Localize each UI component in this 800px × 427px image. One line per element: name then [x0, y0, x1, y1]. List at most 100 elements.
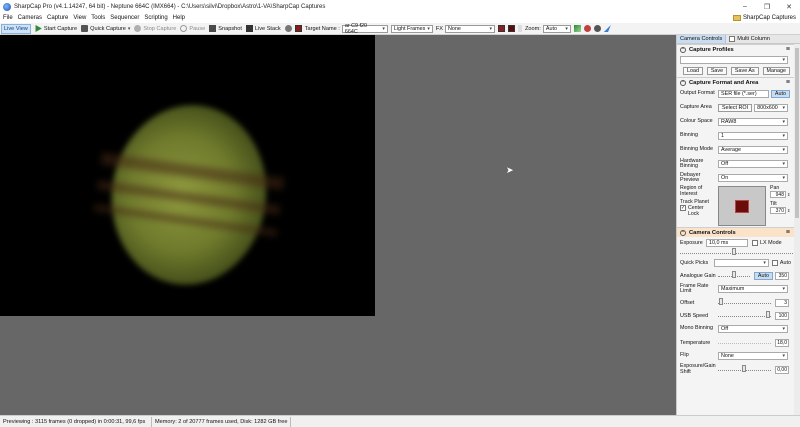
analogue-gain-thumb[interactable]	[732, 271, 736, 278]
usb-speed-slider[interactable]	[718, 311, 771, 318]
menu-sequencer[interactable]: Sequencer	[110, 15, 139, 21]
select-roi-button[interactable]: Select ROI	[718, 104, 753, 112]
maximize-button[interactable]: ❐	[756, 0, 778, 13]
roi-preview[interactable]	[718, 186, 766, 226]
colour-space-select[interactable]: RAW8 ▾	[718, 118, 788, 126]
offset-field[interactable]: 3	[775, 298, 789, 307]
camera-controls-header[interactable]: ⌃ Camera Controls ≡	[677, 227, 800, 237]
analogue-gain-slider[interactable]	[718, 271, 750, 278]
zoom-select[interactable]: Auto ▾	[542, 24, 571, 33]
menu-file[interactable]: File	[3, 15, 13, 21]
quick-capture-button[interactable]: Quick Capture ▾	[81, 25, 130, 32]
collapse-icon[interactable]: ⌃	[680, 46, 686, 53]
tilt-field[interactable]: 370	[770, 207, 786, 214]
manage-profiles-button[interactable]: Manage	[762, 67, 790, 75]
save-as-profile-button[interactable]: Save As	[730, 67, 759, 75]
exposure-field[interactable]: 10,0 ms	[706, 238, 748, 247]
output-format-select[interactable]: SER file (*.ser)	[718, 90, 769, 98]
collapse-icon[interactable]: ⌃	[680, 79, 686, 86]
capture-profiles-header[interactable]: ⌃ Capture Profiles ≡	[677, 44, 800, 54]
profile-select[interactable]: ▾	[680, 55, 788, 64]
histogram-stretch-icon[interactable]	[573, 25, 581, 32]
live-stack-button[interactable]: Live Stack	[245, 25, 281, 32]
capture-area-select[interactable]: 800x600 ▾	[754, 104, 788, 112]
close-button[interactable]: ✕	[778, 0, 800, 13]
image-viewer[interactable]: ➤	[0, 35, 676, 415]
menu-cameras[interactable]: Cameras	[18, 15, 42, 21]
exposure-slider-thumb[interactable]	[732, 248, 736, 255]
fx-select[interactable]: None ▾	[445, 24, 495, 33]
chevron-down-icon[interactable]: ▾	[128, 26, 131, 32]
snapshot-icon	[209, 25, 217, 32]
stop-capture-button[interactable]: Stop Capture	[134, 25, 176, 32]
exposure-row: Exposure 10,0 ms LX Mode	[677, 237, 800, 248]
annotate-icon[interactable]	[603, 25, 611, 32]
usb-speed-field[interactable]: 100	[775, 311, 789, 320]
panel-tabs: Camera Controls Multi Column	[677, 35, 800, 44]
live-view-button[interactable]: Live View	[1, 23, 31, 34]
start-capture-button[interactable]: Start Capture	[35, 25, 77, 32]
binning-select[interactable]: 1 ▾	[718, 132, 788, 140]
offset-thumb[interactable]	[719, 298, 723, 305]
tab-multi-column[interactable]: Multi Column	[726, 35, 773, 43]
capture-area-label: Capture Area	[680, 104, 712, 111]
hardware-binning-select[interactable]: Off ▾	[718, 160, 788, 168]
panel-scrollbar-thumb[interactable]	[795, 48, 799, 218]
usb-speed-thumb[interactable]	[766, 311, 770, 318]
tab-camera-controls[interactable]: Camera Controls	[677, 35, 727, 43]
captures-folder-label: SharpCap Captures	[742, 15, 796, 21]
minimize-button[interactable]: –	[734, 0, 756, 13]
lock-checkbox[interactable]	[680, 211, 686, 217]
settings-icon[interactable]	[593, 25, 601, 32]
frame-rate-select[interactable]: Maximum ▾	[718, 285, 788, 293]
focus-icon[interactable]	[583, 25, 591, 32]
red-swatch-icon[interactable]	[498, 25, 505, 32]
debayer-preview-select[interactable]: On ▾	[718, 174, 788, 182]
hamburger-menu-icon[interactable]: ≡	[786, 46, 790, 53]
flip-select[interactable]: None ▾	[718, 352, 788, 360]
memory-status: Memory: 2 of 20777 frames used, Disk: 12…	[152, 416, 292, 427]
exposure-gain-shift-slider[interactable]	[718, 365, 771, 372]
target-name-select[interactable]: ar C9 f20 664C ▾	[341, 23, 388, 35]
save-profile-button[interactable]: Save	[706, 67, 728, 75]
binning-mode-select[interactable]: Average ▾	[718, 146, 788, 154]
menu-view[interactable]: View	[73, 15, 86, 21]
output-format-auto-button[interactable]: Auto	[770, 90, 790, 98]
lx-mode-checkbox[interactable]	[752, 239, 758, 246]
dark-swatch-icon[interactable]	[508, 25, 515, 32]
exposure-slider[interactable]	[680, 248, 793, 255]
offset-slider[interactable]	[718, 298, 771, 305]
hamburger-menu-icon[interactable]: ≡	[786, 79, 790, 86]
menu-scripting[interactable]: Scripting	[144, 15, 167, 21]
mono-binning-select[interactable]: Off ▾	[718, 325, 788, 333]
spinner-icon[interactable]: ⇕	[787, 192, 790, 197]
lock-option[interactable]: Lock	[680, 211, 718, 217]
captures-folder-link[interactable]: SharpCap Captures	[732, 15, 796, 21]
panel-scrollbar[interactable]	[794, 44, 800, 415]
histogram-icon[interactable]	[284, 25, 292, 32]
quick-picks-select[interactable]: ▾	[714, 259, 769, 267]
collapse-icon[interactable]: ⌃	[680, 229, 686, 236]
exposure-gain-shift-thumb[interactable]	[742, 365, 746, 372]
load-profile-button[interactable]: Load	[683, 67, 703, 75]
multi-column-checkbox[interactable]	[729, 36, 736, 42]
pause-button[interactable]: Pause	[180, 25, 205, 32]
roi-selection[interactable]	[735, 200, 749, 213]
snapshot-button[interactable]: Snapshot	[209, 25, 242, 32]
capture-format-header[interactable]: ⌃ Capture Format and Area ≡	[677, 77, 800, 87]
analogue-gain-field[interactable]: 350	[775, 271, 789, 280]
hamburger-menu-icon[interactable]: ≡	[786, 229, 790, 236]
live-preview-frame[interactable]	[0, 35, 375, 316]
multi-column-label: Multi Column	[737, 36, 770, 42]
spinner-icon[interactable]: ⇕	[787, 208, 790, 213]
arrow-icon[interactable]	[518, 25, 522, 32]
gain-auto-button[interactable]: Auto	[753, 271, 773, 280]
color-swatch-icon[interactable]	[294, 25, 302, 32]
pan-field[interactable]: 948	[770, 191, 786, 198]
menu-capture[interactable]: Capture	[47, 15, 68, 21]
menu-tools[interactable]: Tools	[91, 15, 105, 21]
frame-type-select[interactable]: Light Frames ▾	[390, 24, 433, 33]
menu-help[interactable]: Help	[173, 15, 185, 21]
exposure-gain-shift-field[interactable]: 0,00	[775, 365, 789, 374]
exposure-auto-checkbox[interactable]	[771, 260, 778, 266]
